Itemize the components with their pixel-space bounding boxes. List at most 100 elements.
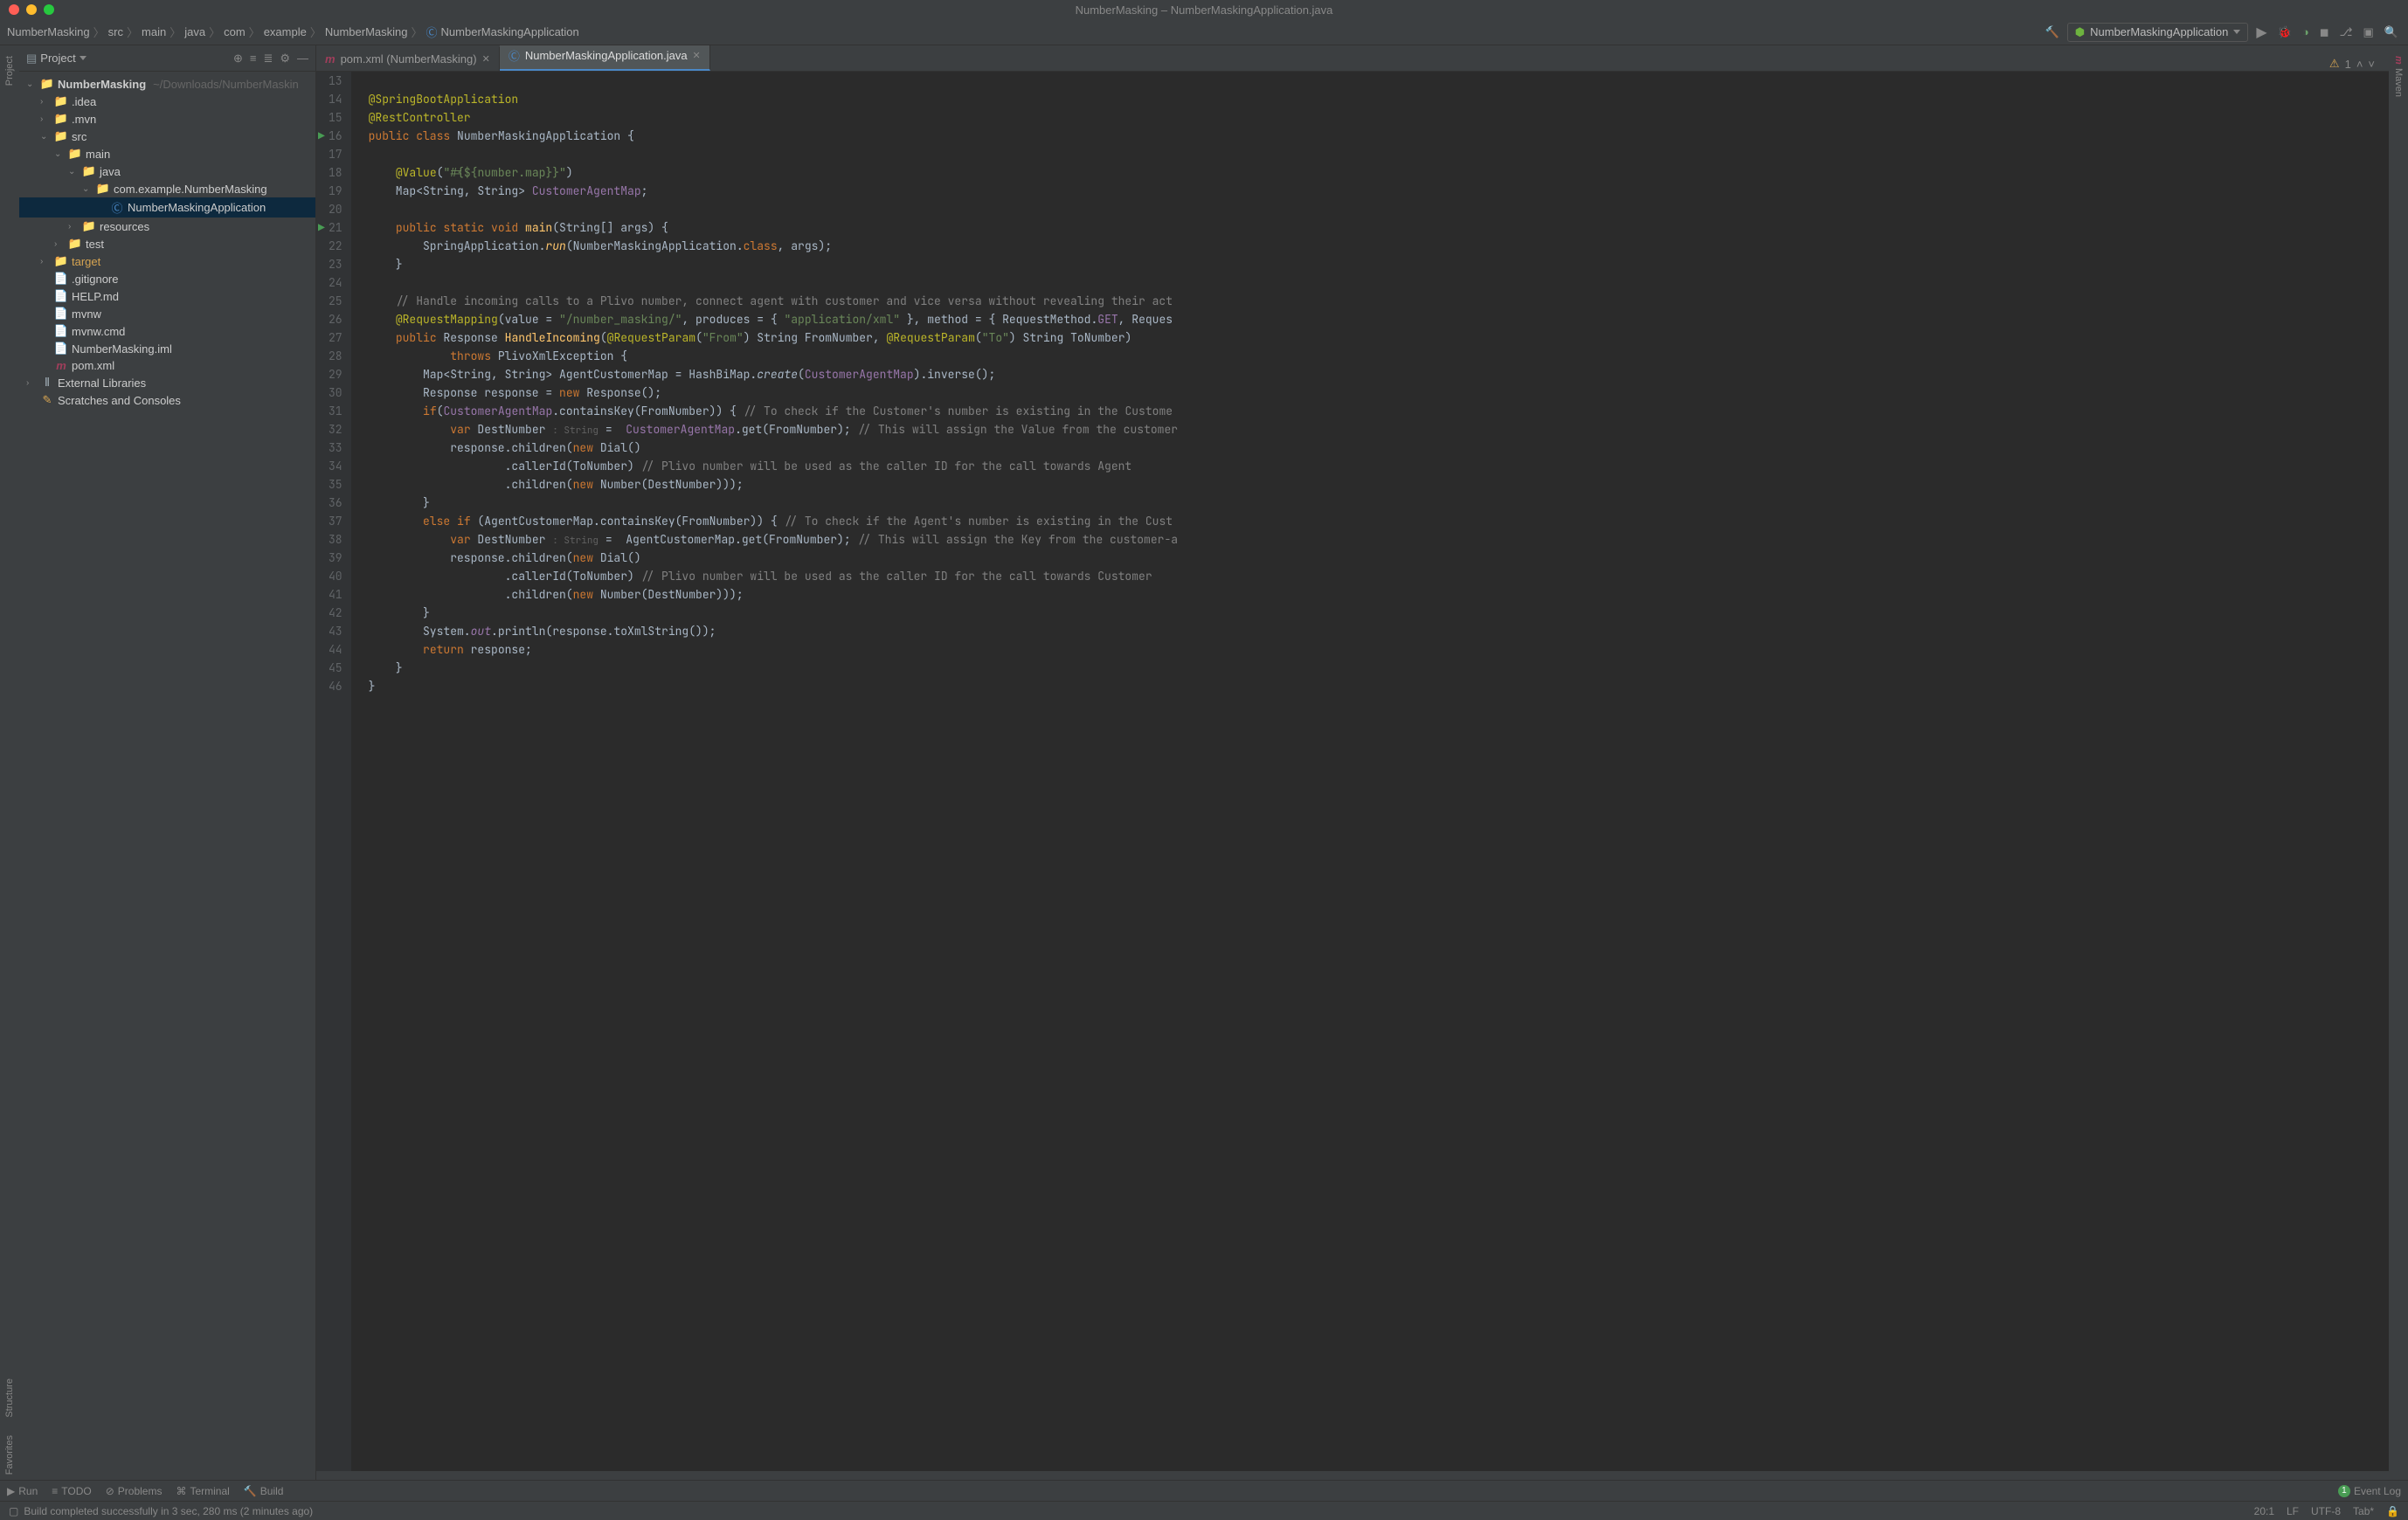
code-line[interactable]: var DestNumber : String = AgentCustomerM…: [369, 530, 2389, 549]
line-number[interactable]: 21▶: [329, 218, 343, 237]
line-number[interactable]: 42: [329, 604, 343, 622]
tree-item[interactable]: ›📁test: [19, 235, 315, 252]
code-line[interactable]: if(CustomerAgentMap.containsKey(FromNumb…: [369, 402, 2389, 420]
line-number[interactable]: 15: [329, 108, 343, 127]
line-number[interactable]: 31: [329, 402, 343, 420]
cursor-position[interactable]: 20:1: [2254, 1505, 2274, 1517]
code-line[interactable]: [369, 72, 2389, 90]
code-content[interactable]: @SpringBootApplication@RestControllerpub…: [351, 72, 2389, 1471]
code-line[interactable]: // Handle incoming calls to a Plivo numb…: [369, 292, 2389, 310]
code-line[interactable]: @RequestMapping(value = "/number_masking…: [369, 310, 2389, 328]
code-line[interactable]: .callerId(ToNumber) // Plivo number will…: [369, 567, 2389, 585]
chevron-down-icon[interactable]: [80, 56, 86, 60]
run-configuration-dropdown[interactable]: ⬢ NumberMaskingApplication: [2067, 23, 2249, 42]
line-number[interactable]: 41: [329, 585, 343, 604]
editor-tab[interactable]: mpom.xml (NumberMasking)✕: [316, 47, 500, 71]
close-tab-icon[interactable]: ✕: [482, 53, 490, 65]
code-line[interactable]: }: [369, 604, 2389, 622]
line-number[interactable]: 32: [329, 420, 343, 439]
line-number[interactable]: 24: [329, 273, 343, 292]
line-number[interactable]: 13: [329, 72, 343, 90]
line-number[interactable]: 44: [329, 640, 343, 659]
project-tree[interactable]: ⌄📁NumberMasking~/Downloads/NumberMaskin ›…: [19, 72, 315, 1480]
line-number[interactable]: 43: [329, 622, 343, 640]
breadcrumb-item[interactable]: NumberMasking: [7, 25, 90, 38]
tree-item[interactable]: ⌄📁NumberMasking~/Downloads/NumberMaskin: [19, 75, 315, 93]
tree-item[interactable]: ›⫴External Libraries: [19, 374, 315, 391]
code-line[interactable]: return response;: [369, 640, 2389, 659]
code-line[interactable]: @RestController: [369, 108, 2389, 127]
status-icon[interactable]: ▢: [9, 1505, 18, 1517]
tree-item[interactable]: 📄mvnw.cmd: [19, 322, 315, 340]
line-number[interactable]: 40: [329, 567, 343, 585]
line-number[interactable]: 25: [329, 292, 343, 310]
code-line[interactable]: SpringApplication.run(NumberMaskingAppli…: [369, 237, 2389, 255]
tree-item[interactable]: ⌄📁src: [19, 128, 315, 145]
next-highlight-icon[interactable]: ˅: [2368, 58, 2375, 71]
tree-item[interactable]: ⌄📁java: [19, 162, 315, 180]
code-line[interactable]: [369, 200, 2389, 218]
horizontal-scrollbar[interactable]: [316, 1471, 2389, 1480]
line-number[interactable]: 17: [329, 145, 343, 163]
line-gutter[interactable]: 13141516▶1718192021▶22232425262728293031…: [316, 72, 351, 1471]
code-line[interactable]: response.children(new Dial(): [369, 439, 2389, 457]
line-number[interactable]: 18: [329, 163, 343, 182]
line-number[interactable]: 35: [329, 475, 343, 494]
code-line[interactable]: }: [369, 659, 2389, 677]
code-line[interactable]: System.out.println(response.toXmlString(…: [369, 622, 2389, 640]
search-everywhere-icon[interactable]: 🔍: [2382, 23, 2401, 42]
tree-item[interactable]: ›📁resources: [19, 218, 315, 235]
code-line[interactable]: throws PlivoXmlException {: [369, 347, 2389, 365]
build-icon[interactable]: 🔨: [2043, 23, 2062, 42]
bottom-tab-todo[interactable]: ≡TODO: [52, 1485, 91, 1497]
code-line[interactable]: .children(new Number(DestNumber)));: [369, 475, 2389, 494]
line-number[interactable]: 19: [329, 182, 343, 200]
code-line[interactable]: response.children(new Dial(): [369, 549, 2389, 567]
collapse-all-icon[interactable]: ≣: [263, 52, 273, 66]
code-line[interactable]: .children(new Number(DestNumber)));: [369, 585, 2389, 604]
tree-item[interactable]: 📄HELP.md: [19, 287, 315, 305]
tree-item[interactable]: ›📁target: [19, 252, 315, 270]
inspection-widget[interactable]: ⚠ 1 ˄ ˅: [2329, 53, 2389, 71]
code-line[interactable]: @Value("#{${number.map}}"): [369, 163, 2389, 182]
line-number[interactable]: 28: [329, 347, 343, 365]
tree-item[interactable]: ⌄📁com.example.NumberMasking: [19, 180, 315, 197]
editor-tab[interactable]: ⒸNumberMaskingApplication.java✕: [500, 45, 710, 71]
git-button[interactable]: ⎇: [2337, 23, 2356, 42]
code-line[interactable]: }: [369, 255, 2389, 273]
line-number[interactable]: 39: [329, 549, 343, 567]
tree-item[interactable]: 📄NumberMasking.iml: [19, 340, 315, 357]
hide-panel-icon[interactable]: —: [297, 52, 308, 66]
tree-item[interactable]: 📄mvnw: [19, 305, 315, 322]
code-line[interactable]: Map<String, String> CustomerAgentMap;: [369, 182, 2389, 200]
close-window-icon[interactable]: [9, 4, 19, 15]
line-number[interactable]: 34: [329, 457, 343, 475]
bottom-tab-run[interactable]: ▶Run: [7, 1485, 38, 1497]
line-number[interactable]: 14: [329, 90, 343, 108]
tree-item[interactable]: mpom.xml: [19, 357, 315, 374]
file-encoding[interactable]: UTF-8: [2311, 1505, 2341, 1517]
breadcrumb-item[interactable]: NumberMasking: [325, 25, 408, 38]
line-separator[interactable]: LF: [2287, 1505, 2299, 1517]
code-line[interactable]: }: [369, 677, 2389, 695]
code-line[interactable]: }: [369, 494, 2389, 512]
code-line[interactable]: else if (AgentCustomerMap.containsKey(Fr…: [369, 512, 2389, 530]
locate-icon[interactable]: ⊕: [233, 52, 243, 66]
breadcrumb-item[interactable]: com: [224, 25, 246, 38]
line-number[interactable]: 22: [329, 237, 343, 255]
line-number[interactable]: 36: [329, 494, 343, 512]
line-number[interactable]: 23: [329, 255, 343, 273]
tree-item[interactable]: ✎Scratches and Consoles: [19, 391, 315, 409]
event-log-tab[interactable]: 1 Event Log: [2338, 1485, 2401, 1497]
line-number[interactable]: 46: [329, 677, 343, 695]
code-line[interactable]: [369, 145, 2389, 163]
bottom-tab-terminal[interactable]: ⌘Terminal: [176, 1485, 229, 1497]
breadcrumb-item[interactable]: main: [142, 25, 166, 38]
line-number[interactable]: 27: [329, 328, 343, 347]
tool-tab-structure[interactable]: Structure: [3, 1373, 17, 1423]
close-tab-icon[interactable]: ✕: [693, 50, 701, 61]
line-number[interactable]: 26: [329, 310, 343, 328]
line-number[interactable]: 20: [329, 200, 343, 218]
code-line[interactable]: .callerId(ToNumber) // Plivo number will…: [369, 457, 2389, 475]
expand-all-icon[interactable]: ≡: [250, 52, 257, 66]
